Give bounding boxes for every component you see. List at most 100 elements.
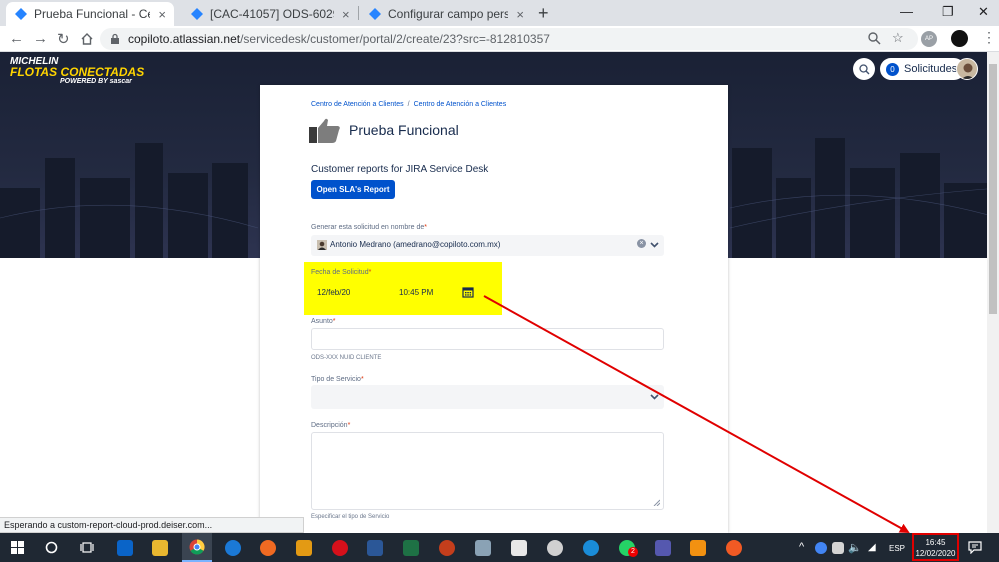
- calendar-app-icon[interactable]: [511, 540, 527, 556]
- required-mark: *: [347, 422, 351, 429]
- back-arrow-icon[interactable]: ←: [9, 30, 24, 47]
- network-icon[interactable]: ◢: [868, 542, 876, 553]
- on-behalf-value: Antonio Medrano (amedrano@copiloto.com.m…: [330, 240, 501, 249]
- chevron-down-icon[interactable]: [650, 394, 659, 400]
- search-circle-icon[interactable]: [45, 541, 58, 554]
- zoom-icon[interactable]: [868, 32, 881, 45]
- home-icon[interactable]: [80, 32, 94, 45]
- open-sla-report-button[interactable]: Open SLA's Report: [311, 180, 395, 199]
- jira-icon: [369, 8, 381, 20]
- description-label-text: Descripción: [311, 422, 348, 429]
- tab-strip: Prueba Funcional - Centro de Atención × …: [0, 0, 999, 26]
- windows-start-icon[interactable]: [11, 541, 24, 554]
- system-clock[interactable]: 16:45 12/02/2020: [912, 533, 959, 561]
- restore-button[interactable]: ❐: [942, 4, 954, 20]
- tab-divider: [358, 6, 359, 20]
- tab-configurar-campo[interactable]: Configurar campo personalizado ×: [360, 2, 532, 26]
- chrome-tray-icon[interactable]: [815, 542, 827, 554]
- date-label-text: Fecha de Solicitud: [311, 269, 369, 276]
- address-bar[interactable]: copiloto.atlassian.net/servicedesk/custo…: [100, 28, 918, 50]
- close-tab-icon[interactable]: ×: [158, 7, 166, 22]
- browser-status-bar: Esperando a custom-report-cloud-prod.dei…: [0, 517, 304, 533]
- file-explorer-icon[interactable]: [152, 540, 168, 556]
- new-tab-button[interactable]: +: [538, 3, 549, 24]
- user-avatar[interactable]: [956, 58, 978, 80]
- close-tab-icon[interactable]: ×: [516, 7, 524, 22]
- chevron-up-icon[interactable]: ^: [799, 541, 804, 553]
- subject-label: Asunto*: [311, 318, 336, 325]
- jira-icon: [15, 8, 27, 20]
- report-subtitle: Customer reports for JIRA Service Desk: [311, 164, 489, 175]
- windows-taskbar: 2 ^ 🔈 ◢ ESP: [0, 533, 999, 562]
- subject-input[interactable]: [311, 328, 664, 350]
- breadcrumb-link-portal-2[interactable]: Centro de Atención a Clientes: [414, 101, 507, 108]
- date-input[interactable]: 12/feb/20: [317, 288, 350, 297]
- profile-avatar[interactable]: [951, 30, 968, 47]
- date-field-highlight: Fecha de Solicitud* 12/feb/20 10:45 PM: [304, 262, 502, 315]
- address-bar-row: ← → ↻ copiloto.atlassian.net/servicedesk…: [0, 26, 999, 52]
- scrollbar-thumb[interactable]: [989, 64, 997, 314]
- reload-icon[interactable]: ↻: [57, 30, 70, 48]
- tab-title: [CAC-41057] ODS-6029 2109226: [210, 7, 334, 21]
- firefox-icon[interactable]: [260, 540, 276, 556]
- required-mark: *: [368, 269, 372, 276]
- minimize-button[interactable]: —: [900, 4, 913, 19]
- clock-time: 16:45: [925, 538, 946, 547]
- service-type-label-text: Tipo de Servicio: [311, 376, 361, 383]
- chrome-menu-icon[interactable]: ⋮: [982, 29, 996, 46]
- chevron-down-icon[interactable]: [650, 242, 659, 248]
- tray-app-icon[interactable]: [832, 542, 844, 554]
- breadcrumb-link-portal[interactable]: Centro de Atención a Clientes: [311, 101, 404, 108]
- page-title: Prueba Funcional: [349, 122, 459, 138]
- excel-icon[interactable]: [403, 540, 419, 556]
- thumbs-up-icon: [309, 118, 340, 143]
- package-app-icon[interactable]: [690, 540, 706, 556]
- clear-selection-icon[interactable]: ×: [637, 239, 646, 248]
- search-icon: [858, 63, 869, 74]
- description-textarea[interactable]: [311, 432, 664, 510]
- teams-icon[interactable]: [655, 540, 671, 556]
- page-scrollbar[interactable]: [987, 52, 999, 533]
- requests-button[interactable]: 0 Solicitudes: [880, 58, 966, 80]
- outlook-icon[interactable]: [117, 540, 133, 556]
- calendar-icon[interactable]: [462, 286, 474, 298]
- sublime-text-icon[interactable]: [296, 540, 312, 556]
- required-mark: *: [360, 376, 364, 383]
- url-host: copiloto.atlassian.net: [128, 32, 241, 46]
- time-input[interactable]: 10:45 PM: [399, 288, 433, 297]
- breadcrumb: Centro de Atención a Clientes / Centro de …: [311, 101, 506, 108]
- required-mark: *: [424, 224, 427, 231]
- language-indicator[interactable]: ESP: [889, 544, 905, 553]
- description-help-text: Especificar el tipo de Servicio: [311, 514, 390, 520]
- opera-icon[interactable]: [332, 540, 348, 556]
- tab-prueba-funcional[interactable]: Prueba Funcional - Centro de Atención ×: [6, 2, 174, 26]
- logo-flotas-conectadas: FLOTAS CONECTADAS: [10, 65, 145, 79]
- extension-icon[interactable]: AP: [921, 31, 937, 47]
- firefox-dev-icon[interactable]: [726, 540, 742, 556]
- notifications-icon[interactable]: [968, 541, 982, 554]
- resize-handle-icon[interactable]: [653, 499, 660, 506]
- on-behalf-select[interactable]: Antonio Medrano (amedrano@copiloto.com.m…: [311, 235, 664, 256]
- lock-icon: [111, 33, 119, 44]
- service-type-label: Tipo de Servicio*: [311, 376, 364, 383]
- task-view-icon[interactable]: [80, 541, 94, 554]
- close-window-button[interactable]: ✕: [978, 4, 989, 20]
- on-behalf-label: Generar esta solicitud en nombre de*: [311, 224, 427, 231]
- word-icon[interactable]: [367, 540, 383, 556]
- browser-app-icon[interactable]: [583, 540, 599, 556]
- service-type-select[interactable]: [311, 385, 664, 409]
- speaker-icon[interactable]: 🔈: [848, 541, 862, 554]
- tab-cac-41057[interactable]: [CAC-41057] ODS-6029 2109226 ×: [182, 2, 358, 26]
- powerpoint-icon[interactable]: [439, 540, 455, 556]
- media-disc-icon[interactable]: [547, 540, 563, 556]
- close-tab-icon[interactable]: ×: [342, 7, 350, 22]
- chrome-taskbar-button[interactable]: [182, 533, 212, 562]
- utility-app-icon[interactable]: [475, 540, 491, 556]
- edge-icon[interactable]: [225, 540, 241, 556]
- portal-search-button[interactable]: [853, 58, 875, 80]
- forward-arrow-icon[interactable]: →: [33, 30, 48, 47]
- breadcrumb-separator: /: [407, 101, 410, 108]
- date-label: Fecha de Solicitud*: [311, 269, 371, 276]
- bookmark-star-icon[interactable]: ☆: [892, 30, 904, 46]
- whatsapp-badge: 2: [628, 547, 638, 557]
